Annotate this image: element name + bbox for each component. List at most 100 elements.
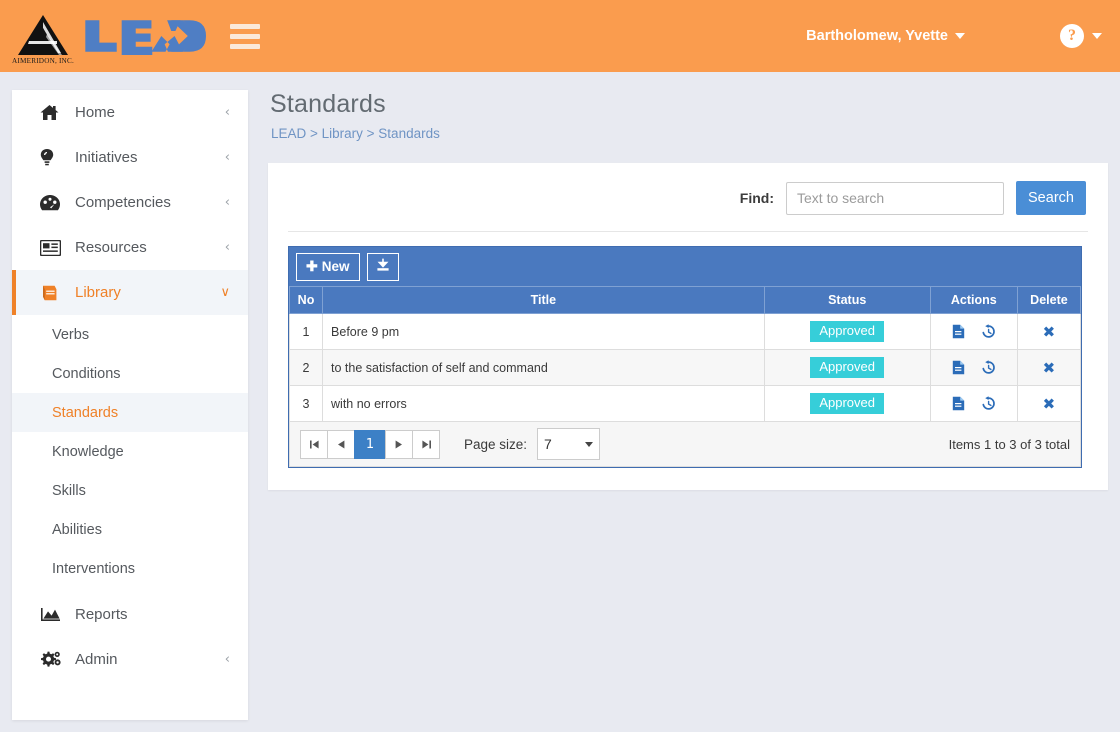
sidebar-item-label: Reports (75, 606, 128, 623)
column-header-delete: Delete (1016, 286, 1082, 314)
items-total-label: Items 1 to 3 of 3 total (948, 436, 1070, 452)
cell-delete: ✖ (1016, 385, 1082, 422)
cell-title: Before 9 pm (322, 313, 765, 350)
first-page-button[interactable] (300, 429, 328, 459)
sidebar-subitem-label: Conditions (52, 365, 121, 382)
sidebar-subitem-label: Knowledge (52, 443, 124, 460)
sidebar-item-initiatives[interactable]: Initiatives ‹ (12, 135, 248, 180)
status-badge: Approved (810, 392, 884, 415)
cell-delete: ✖ (1016, 349, 1082, 386)
table-row[interactable]: 3 with no errors Approved ✖ (288, 385, 1082, 422)
next-page-button[interactable] (385, 429, 413, 459)
delete-icon[interactable]: ✖ (1043, 395, 1056, 413)
chevron-left-icon: ‹ (224, 150, 230, 165)
sidebar-subitem-label: Interventions (52, 560, 136, 577)
download-icon (376, 258, 390, 275)
page-size-label: Page size: (464, 436, 528, 452)
question-mark-icon: ? (1060, 24, 1084, 48)
chevron-down-icon (955, 33, 965, 39)
page-number-button[interactable]: 1 (354, 429, 386, 459)
document-icon[interactable] (952, 360, 965, 375)
table-row[interactable]: 2 to the satisfaction of self and comman… (288, 349, 1082, 386)
sidebar-item-standards[interactable]: Standards (12, 393, 248, 432)
cell-status: Approved (763, 385, 931, 422)
aimeridon-triangle-mark (18, 15, 68, 55)
cell-status: Approved (763, 349, 931, 386)
breadcrumb[interactable]: LEAD > Library > Standards (271, 126, 1108, 141)
cell-delete: ✖ (1016, 313, 1082, 350)
sidebar-item-skills[interactable]: Skills (12, 471, 248, 510)
table-row[interactable]: 1 Before 9 pm Approved ✖ (288, 313, 1082, 350)
sidebar-item-home[interactable]: Home ‹ (12, 90, 248, 135)
cell-actions (929, 385, 1018, 422)
delete-icon[interactable]: ✖ (1043, 323, 1056, 341)
home-icon (40, 104, 62, 121)
column-header-status[interactable]: Status (763, 286, 931, 314)
history-icon[interactable] (981, 360, 996, 375)
sidebar-item-competencies[interactable]: Competencies ‹ (12, 180, 248, 225)
history-icon[interactable] (981, 396, 996, 411)
sidebar-subitem-label: Standards (52, 404, 119, 421)
sidebar-item-knowledge[interactable]: Knowledge (12, 432, 248, 471)
sidebar-item-abilities[interactable]: Abilities (12, 510, 248, 549)
sidebar-subitem-label: Abilities (52, 521, 102, 538)
cell-no: 3 (288, 385, 324, 422)
sidebar-item-resources[interactable]: Resources ‹ (12, 225, 248, 270)
new-button[interactable]: ✚ New (296, 252, 360, 281)
sidebar-item-verbs[interactable]: Verbs (12, 315, 248, 354)
sidebar-item-label: Competencies (75, 194, 171, 211)
standards-grid: ✚ New No Title Status Actions Delete 1 B… (288, 246, 1082, 468)
company-logo: AIMERIDON, INC. (12, 7, 74, 65)
sidebar-item-label: Library (75, 284, 121, 301)
grid-table: No Title Status Actions Delete 1 Before … (288, 286, 1082, 422)
grid-body: 1 Before 9 pm Approved ✖ 2 to the satisf… (288, 313, 1082, 422)
chevron-down-icon: ∨ (220, 285, 230, 300)
sidebar-item-library[interactable]: Library ∨ (12, 270, 248, 315)
main-content: Standards LEAD > Library > Standards Fin… (268, 90, 1108, 490)
cell-actions (929, 349, 1018, 386)
sidebar-subitem-label: Verbs (52, 326, 90, 343)
cell-no: 1 (288, 313, 324, 350)
sidebar-item-reports[interactable]: Reports (12, 592, 248, 637)
document-icon[interactable] (952, 324, 965, 339)
hamburger-bar (230, 43, 260, 49)
export-button[interactable] (366, 252, 399, 281)
page-title: Standards (270, 90, 386, 118)
chart-icon (40, 607, 62, 622)
chevron-down-icon (585, 441, 594, 447)
chevron-left-icon: ‹ (224, 652, 230, 667)
chevron-left-icon: ‹ (224, 240, 230, 255)
history-icon[interactable] (981, 324, 996, 339)
sidebar-navigation: Home ‹ Initiatives ‹ Competencies ‹ Reso… (12, 90, 248, 720)
cell-no: 2 (288, 349, 324, 386)
content-panel: Find: Search ✚ New No (268, 163, 1108, 490)
lightbulb-icon (40, 148, 62, 167)
delete-icon[interactable]: ✖ (1043, 359, 1056, 377)
plus-icon: ✚ (306, 258, 318, 274)
status-badge: Approved (810, 320, 884, 343)
sidebar-item-conditions[interactable]: Conditions (12, 354, 248, 393)
last-page-button[interactable] (412, 429, 440, 459)
top-header-bar: AIMERIDON, INC. Bartholomew, Yvette ? (0, 0, 1120, 72)
grid-toolbar: ✚ New (289, 247, 1081, 286)
search-input[interactable] (786, 181, 1004, 215)
search-button[interactable]: Search (1016, 181, 1086, 215)
hamburger-menu-button[interactable] (230, 23, 260, 49)
book-icon (40, 285, 62, 301)
page-size-select[interactable]: 7 (537, 428, 601, 460)
column-header-title[interactable]: Title (322, 286, 765, 314)
hamburger-bar (230, 33, 260, 39)
lead-wordmark (85, 20, 206, 56)
help-menu-button[interactable]: ? (1060, 24, 1102, 48)
document-icon[interactable] (952, 396, 965, 411)
top-right-actions: Bartholomew, Yvette ? (806, 0, 1120, 72)
sidebar-item-label: Initiatives (75, 149, 138, 166)
find-label: Find: (739, 190, 774, 206)
user-menu-button[interactable]: Bartholomew, Yvette (806, 28, 965, 44)
column-header-no[interactable]: No (288, 286, 324, 314)
prev-page-button[interactable] (327, 429, 355, 459)
cell-actions (929, 313, 1018, 350)
grid-header-row: No Title Status Actions Delete (288, 286, 1082, 314)
sidebar-item-admin[interactable]: Admin ‹ (12, 637, 248, 682)
sidebar-item-interventions[interactable]: Interventions (12, 549, 248, 588)
